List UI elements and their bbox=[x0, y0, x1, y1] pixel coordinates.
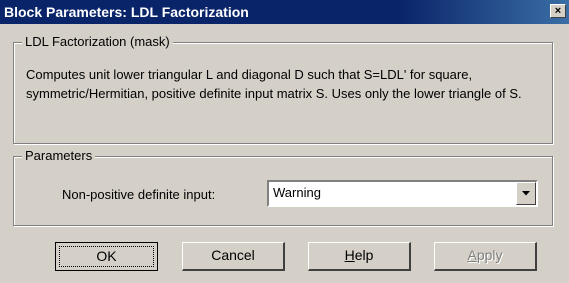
parameters-group-label: Parameters bbox=[22, 148, 96, 163]
ok-button-label: OK bbox=[59, 246, 154, 267]
ok-button[interactable]: OK bbox=[55, 242, 158, 271]
close-button[interactable]: × bbox=[550, 4, 566, 18]
apply-button[interactable]: Apply bbox=[434, 242, 537, 271]
window-title: Block Parameters: LDL Factorization bbox=[4, 4, 249, 20]
apply-mnemonic: A bbox=[467, 247, 477, 263]
mask-description-group: LDL Factorization (mask) Computes unit l… bbox=[13, 34, 553, 144]
parameters-group: Parameters Non-positive definite input: … bbox=[13, 148, 553, 226]
title-bar[interactable]: Block Parameters: LDL Factorization × bbox=[0, 0, 569, 24]
non-positive-definite-label: Non-positive definite input: bbox=[62, 187, 216, 202]
cancel-button-label: Cancel bbox=[211, 247, 255, 263]
dropdown-arrow-button[interactable] bbox=[516, 182, 536, 205]
help-button[interactable]: Help bbox=[308, 242, 411, 271]
mask-group-label: LDL Factorization (mask) bbox=[22, 34, 173, 49]
help-button-label: elp bbox=[354, 247, 374, 263]
mask-description: Computes unit lower triangular L and dia… bbox=[26, 67, 522, 101]
help-mnemonic: H bbox=[344, 247, 355, 263]
chevron-down-icon bbox=[522, 191, 530, 196]
dropdown-selected-value: Warning bbox=[273, 185, 321, 200]
non-positive-definite-dropdown[interactable]: Warning bbox=[267, 180, 538, 207]
apply-button-label: pply bbox=[476, 247, 503, 263]
cancel-button[interactable]: Cancel bbox=[182, 242, 285, 271]
close-icon: × bbox=[554, 5, 562, 17]
